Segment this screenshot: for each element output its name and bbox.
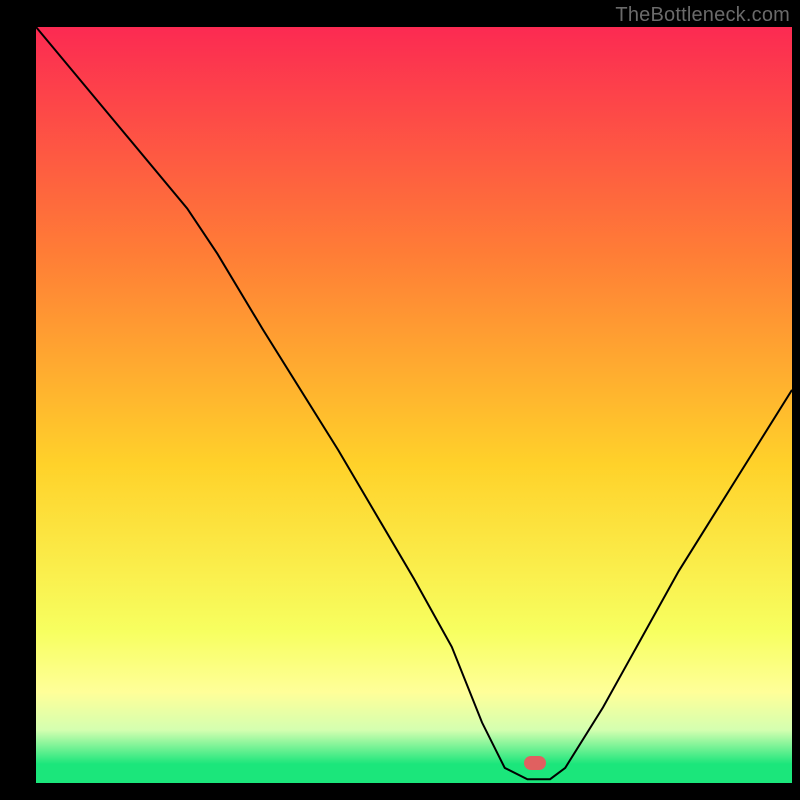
plot-area: [36, 27, 792, 767]
optimal-point-marker: [524, 756, 546, 770]
chart-frame: { "watermark": "TheBottleneck.com", "col…: [0, 0, 800, 800]
curve-layer: [36, 27, 792, 783]
watermark-text: TheBottleneck.com: [615, 4, 790, 27]
bottleneck-curve: [36, 27, 792, 779]
